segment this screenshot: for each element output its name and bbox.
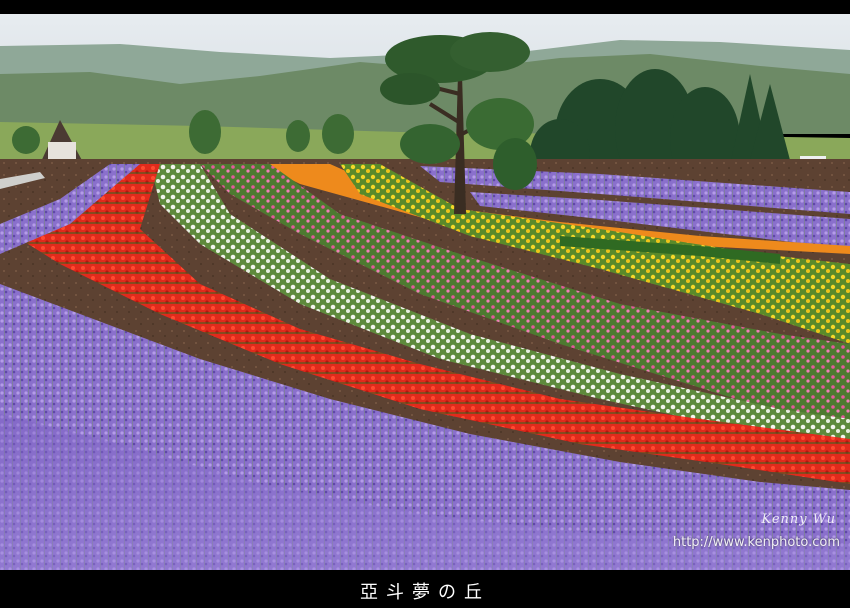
photo-frame: Kenny Wu http://www.kenphoto.com 亞斗夢の丘 xyxy=(0,0,850,608)
photographer-signature: Kenny Wu xyxy=(761,512,836,527)
flower-field-illustration xyxy=(0,14,850,570)
landscape-photo xyxy=(0,14,850,570)
photo-caption: 亞斗夢の丘 xyxy=(360,582,490,603)
watermark-url: http://www.kenphoto.com xyxy=(672,535,840,550)
